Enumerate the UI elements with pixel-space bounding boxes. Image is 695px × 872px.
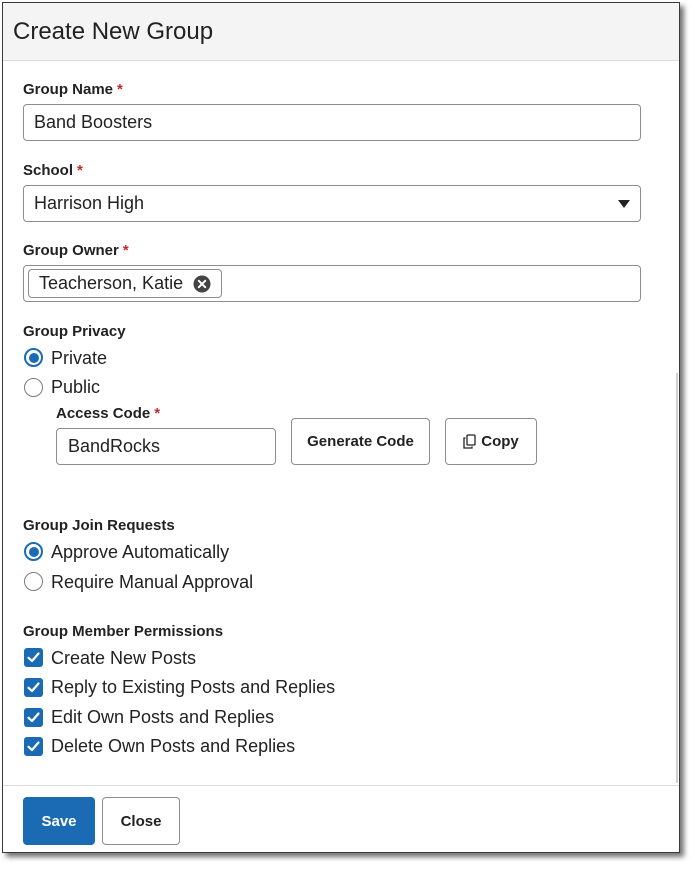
access-code-label-text: Access Code xyxy=(56,405,151,422)
permission-delete-label: Delete Own Posts and Replies xyxy=(51,736,296,756)
generate-code-label: Generate Code xyxy=(307,433,414,450)
option-approve-automatically-label: Approve Automatically xyxy=(51,542,230,562)
radio-private[interactable] xyxy=(24,348,43,367)
access-code-value: BandRocks xyxy=(68,436,161,456)
radio-require-manual-approval[interactable] xyxy=(24,572,43,591)
checkmark-icon xyxy=(27,712,40,723)
copy-button[interactable]: Copy xyxy=(445,418,537,465)
create-group-dialog: Create New Group Group Name * Band Booste… xyxy=(2,2,680,853)
checkbox-reply-to-existing[interactable] xyxy=(24,678,43,697)
footer-divider xyxy=(3,785,679,786)
scrollbar[interactable] xyxy=(676,373,678,783)
triangle-down-icon xyxy=(618,200,630,208)
copy-icon xyxy=(463,434,476,449)
option-public-label: Public xyxy=(51,377,101,397)
group-privacy-label: Group Privacy xyxy=(23,323,126,340)
copy-label: Copy xyxy=(481,433,519,450)
group-name-label-text: Group Name xyxy=(23,81,114,98)
group-owner-label: Group Owner * xyxy=(23,242,129,259)
school-label-text: School xyxy=(23,162,74,179)
group-name-label: Group Name * xyxy=(23,81,123,98)
required-marker: * xyxy=(117,81,123,98)
radio-public[interactable] xyxy=(24,378,43,397)
checkmark-icon xyxy=(27,652,40,663)
permission-edit-label: Edit Own Posts and Replies xyxy=(51,707,275,727)
dialog-title: Create New Group xyxy=(13,17,214,45)
checkbox-edit-own-posts[interactable] xyxy=(24,708,43,727)
school-select[interactable]: Harrison High xyxy=(23,185,641,222)
owner-chip: Teacherson, Katie xyxy=(28,269,223,298)
group-owner-label-text: Group Owner xyxy=(23,242,119,259)
permission-reply-label: Reply to Existing Posts and Replies xyxy=(51,677,336,697)
checkbox-delete-own-posts[interactable] xyxy=(24,737,43,756)
join-requests-label: Group Join Requests xyxy=(23,517,175,534)
access-code-label: Access Code * xyxy=(56,405,160,422)
group-owner-input[interactable]: Teacherson, Katie xyxy=(23,265,641,302)
school-label: School * xyxy=(23,162,83,179)
option-require-manual-approval-label: Require Manual Approval xyxy=(51,572,254,592)
save-button[interactable]: Save xyxy=(23,797,95,845)
radio-approve-automatically[interactable] xyxy=(24,542,43,561)
school-value: Harrison High xyxy=(34,193,145,213)
required-marker: * xyxy=(122,242,129,259)
checkbox-create-new-posts[interactable] xyxy=(24,648,43,667)
dialog-header: Create New Group xyxy=(3,3,679,61)
checkmark-icon xyxy=(27,741,40,752)
option-private-label: Private xyxy=(51,348,108,368)
checkmark-icon xyxy=(27,682,40,693)
close-label: Close xyxy=(120,812,162,830)
generate-code-button[interactable]: Generate Code xyxy=(291,418,430,465)
required-marker: * xyxy=(77,162,83,179)
access-code-input[interactable]: BandRocks xyxy=(56,428,276,465)
x-circle-icon[interactable] xyxy=(193,275,211,293)
close-button[interactable]: Close xyxy=(102,797,180,845)
group-name-input[interactable]: Band Boosters xyxy=(23,104,641,141)
save-label: Save xyxy=(41,812,77,830)
owner-chip-label: Teacherson, Katie xyxy=(39,273,184,293)
member-permissions-label: Group Member Permissions xyxy=(23,623,224,640)
required-marker: * xyxy=(154,405,161,422)
group-name-value: Band Boosters xyxy=(34,112,153,132)
permission-create-new-posts-label: Create New Posts xyxy=(51,648,197,668)
